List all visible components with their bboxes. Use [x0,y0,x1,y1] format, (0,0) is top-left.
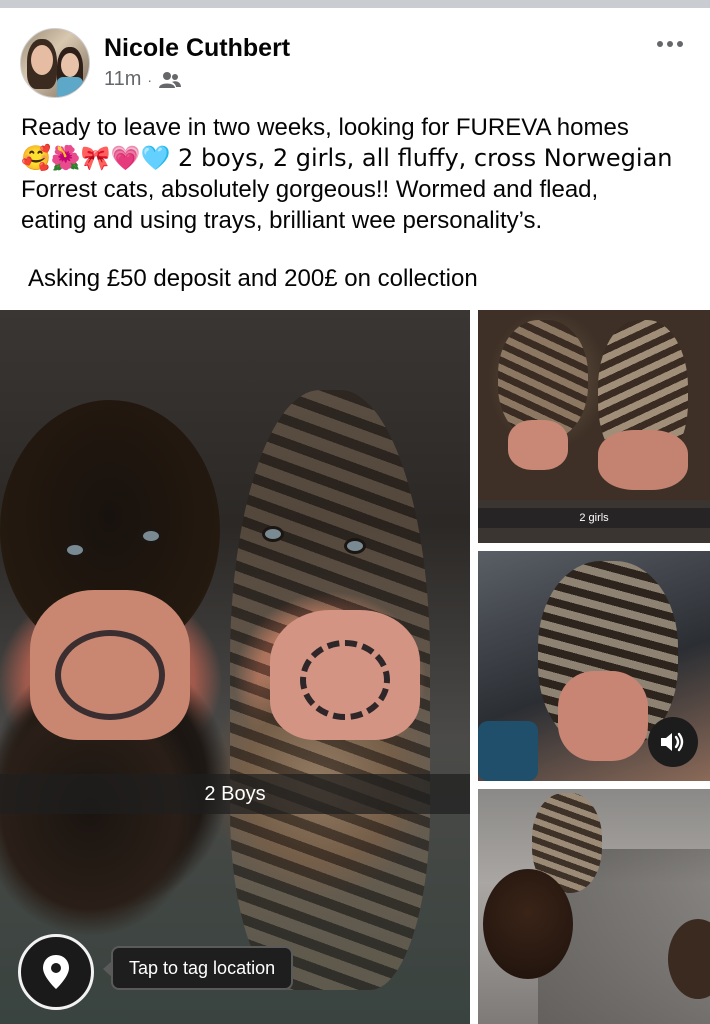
post-time[interactable]: 11m [104,68,141,91]
post-meta: 11m · [104,68,182,91]
friends-icon [159,71,182,88]
post-asking-price: Asking £50 deposit and 200£ on collectio… [28,265,478,292]
avatar[interactable] [20,28,90,98]
post-header: Nicole Cuthbert 11m · [20,28,690,100]
photo-main[interactable]: 2 Boys [0,310,470,1024]
post-text: Ready to leave in two weeks, looking for… [21,112,701,236]
photo-middle-right[interactable] [478,551,710,781]
photo-caption: 2 girls [478,508,710,528]
more-horizontal-icon [657,41,663,47]
photo-caption: 2 Boys [0,774,470,814]
tag-location-tooltip[interactable]: Tap to tag location [102,946,294,990]
tag-location-button[interactable] [18,934,94,1010]
post-text-line: eating and using trays, brilliant wee pe… [21,207,543,234]
sound-button[interactable] [648,717,698,767]
photo-top-right[interactable]: 2 girls [478,310,710,543]
meta-separator: · [147,71,153,88]
post-text-line: Forrest cats, absolutely gorgeous!! Worm… [21,176,599,203]
speaker-icon [661,732,684,752]
more-options-button[interactable] [650,30,690,58]
location-pin-icon [43,955,69,989]
post-text-line: Ready to leave in two weeks, looking for… [21,114,629,141]
top-divider [0,0,710,8]
photo-bottom-right[interactable] [478,789,710,1024]
post-text-line: 🥰🌺🎀💗🩵 2 boys, 2 girls, all fluffy, cross… [21,144,673,172]
author-name[interactable]: Nicole Cuthbert [104,34,290,63]
